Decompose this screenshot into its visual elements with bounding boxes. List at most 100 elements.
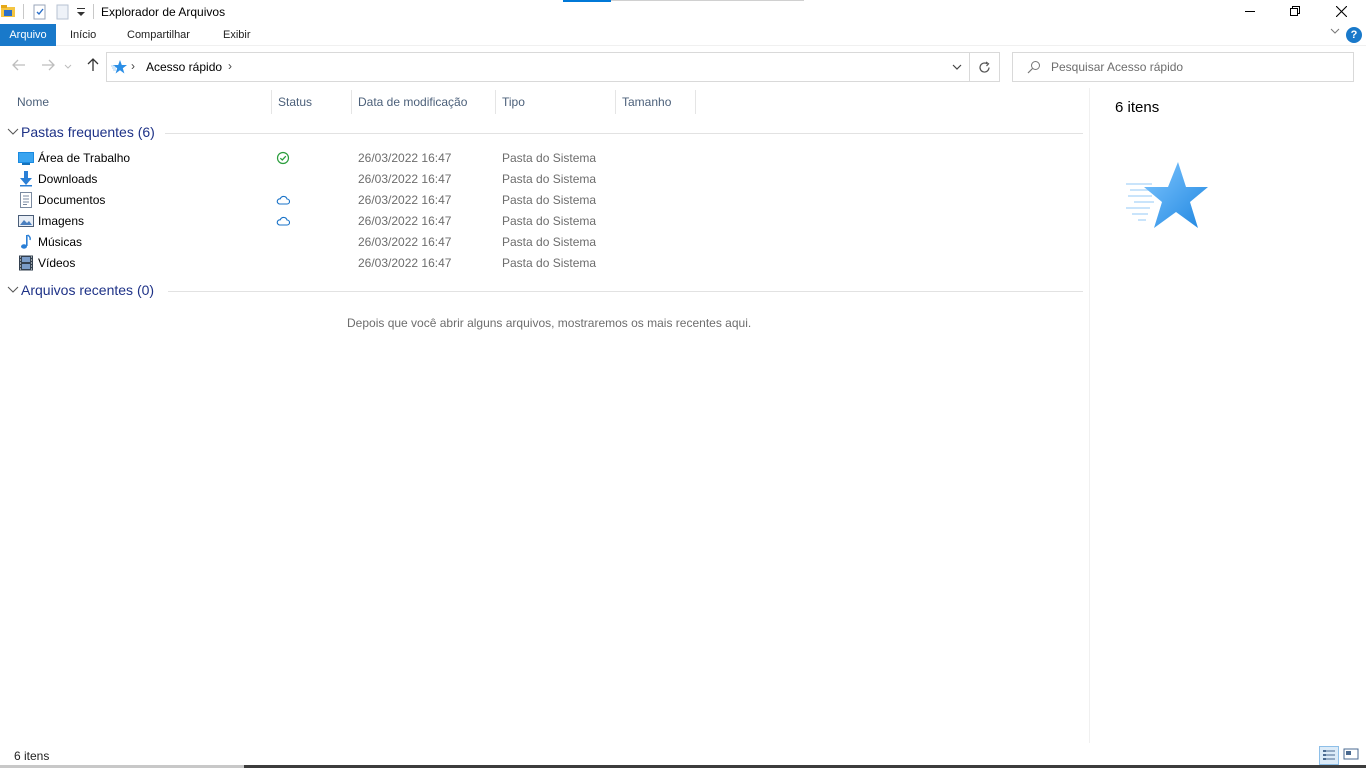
downloads-folder-icon (18, 171, 34, 187)
title-underline (611, 0, 804, 1)
column-header-status[interactable]: Status (272, 90, 352, 114)
cloud-icon (276, 214, 291, 228)
title-bar: Explorador de Arquivos (0, 0, 1366, 24)
synced-check-icon (276, 151, 290, 165)
ribbon-tabs: Arquivo Início Compartilhar Exibir ? (0, 24, 1366, 46)
item-date: 26/03/2022 16:47 (358, 256, 452, 270)
column-header-tipo[interactable]: Tipo (496, 90, 615, 114)
recent-locations-button[interactable] (62, 58, 74, 76)
minimize-button[interactable] (1227, 0, 1273, 22)
desktop-folder-icon (18, 150, 34, 166)
help-button[interactable]: ? (1346, 27, 1362, 43)
large-icons-view-icon (1343, 748, 1359, 760)
details-pane-divider[interactable] (1089, 88, 1090, 743)
item-name: Downloads (38, 172, 98, 186)
item-type: Pasta do Sistema (502, 151, 597, 165)
quick-access-star-icon (1124, 158, 1212, 237)
properties-icon[interactable] (32, 4, 48, 22)
column-header-data[interactable]: Data de modificação (352, 90, 495, 114)
item-date: 26/03/2022 16:47 (358, 172, 452, 186)
item-type: Pasta do Sistema (502, 235, 597, 249)
expand-ribbon-button[interactable] (1330, 26, 1340, 39)
item-date: 26/03/2022 16:47 (358, 151, 452, 165)
tab-arquivo[interactable]: Arquivo (0, 24, 56, 46)
tab-inicio[interactable]: Início (70, 24, 96, 46)
group-header-recent[interactable]: Arquivos recentes (0) (6, 282, 154, 298)
window-title: Explorador de Arquivos (101, 5, 226, 19)
title-separator (93, 4, 94, 19)
minimize-icon (1245, 11, 1255, 12)
up-button[interactable] (83, 58, 103, 76)
item-date: 26/03/2022 16:47 (358, 193, 452, 207)
list-item[interactable]: Documentos 26/03/2022 16:47 Pasta do Sis… (0, 190, 1083, 211)
quick-access-separator (23, 4, 24, 19)
item-type: Pasta do Sistema (502, 193, 597, 207)
refresh-button[interactable] (969, 52, 1000, 82)
restore-button[interactable] (1272, 0, 1318, 22)
group-title-frequent: Pastas frequentes (6) (21, 124, 155, 140)
documents-folder-icon (18, 192, 34, 208)
group-header-frequent[interactable]: Pastas frequentes (6) (6, 124, 155, 140)
music-folder-icon (18, 234, 34, 250)
group-divider (165, 133, 1083, 134)
tab-compartilhar[interactable]: Compartilhar (127, 24, 190, 46)
chevron-down-icon (952, 64, 962, 70)
details-item-count: 6 itens (1115, 99, 1160, 116)
group-title-recent: Arquivos recentes (0) (21, 282, 155, 298)
list-item[interactable]: Área de Trabalho 26/03/2022 16:47 Pasta … (0, 148, 1083, 169)
item-type: Pasta do Sistema (502, 172, 597, 186)
close-button[interactable] (1318, 0, 1364, 22)
list-item[interactable]: Músicas 26/03/2022 16:47 Pasta do Sistem… (0, 232, 1083, 253)
column-divider[interactable] (695, 90, 696, 114)
quick-access-star-icon (111, 59, 127, 78)
new-folder-icon[interactable] (55, 4, 71, 22)
address-bar[interactable]: › Acesso rápido › (106, 52, 970, 82)
pictures-folder-icon (18, 213, 34, 229)
navigation-bar: › Acesso rápido › (0, 46, 1366, 86)
item-type: Pasta do Sistema (502, 256, 597, 270)
breadcrumb-location[interactable]: Acesso rápido (146, 60, 222, 74)
search-icon (1027, 60, 1041, 77)
customize-toolbar-icon[interactable] (76, 5, 86, 23)
videos-folder-icon (18, 255, 34, 271)
forward-button[interactable] (38, 58, 58, 76)
column-header-nome[interactable]: Nome (11, 90, 271, 114)
search-box[interactable] (1012, 52, 1354, 82)
breadcrumb-chevron-icon[interactable]: › (131, 59, 135, 73)
column-header-tamanho[interactable]: Tamanho (616, 90, 695, 114)
item-date: 26/03/2022 16:47 (358, 235, 452, 249)
restore-icon (1290, 6, 1300, 16)
list-item[interactable]: Vídeos 26/03/2022 16:47 Pasta do Sistema (0, 253, 1083, 274)
chevron-down-icon (64, 64, 72, 69)
chevron-down-icon (7, 128, 19, 135)
list-item[interactable]: Downloads 26/03/2022 16:47 Pasta do Sist… (0, 169, 1083, 190)
chevron-down-icon (7, 286, 19, 293)
tab-exibir[interactable]: Exibir (223, 24, 251, 46)
close-icon (1335, 5, 1347, 17)
status-item-count: 6 itens (14, 749, 50, 763)
arrow-left-icon (12, 59, 25, 71)
item-name: Imagens (38, 214, 85, 228)
large-icons-view-button[interactable] (1342, 746, 1362, 765)
recent-files-empty-message: Depois que você abrir alguns arquivos, m… (347, 316, 752, 330)
breadcrumb-chevron-icon[interactable]: › (228, 59, 232, 73)
chevron-down-icon (1330, 28, 1340, 34)
title-highlight (563, 0, 611, 2)
item-name: Músicas (38, 235, 83, 249)
item-name: Vídeos (38, 256, 76, 270)
list-item[interactable]: Imagens 26/03/2022 16:47 Pasta do Sistem… (0, 211, 1083, 232)
arrow-right-icon (42, 59, 55, 71)
details-view-icon (1323, 750, 1335, 760)
file-explorer-folder-icon[interactable] (0, 3, 16, 21)
item-name: Área de Trabalho (38, 151, 131, 165)
item-date: 26/03/2022 16:47 (358, 214, 452, 228)
search-input[interactable] (1051, 54, 1349, 80)
refresh-icon (979, 61, 990, 73)
arrow-up-icon (87, 58, 99, 71)
back-button[interactable] (9, 58, 29, 76)
item-name: Documentos (38, 193, 106, 207)
address-history-button[interactable] (951, 61, 963, 76)
item-type: Pasta do Sistema (502, 214, 597, 228)
group-divider (168, 291, 1083, 292)
details-view-button[interactable] (1319, 746, 1339, 765)
